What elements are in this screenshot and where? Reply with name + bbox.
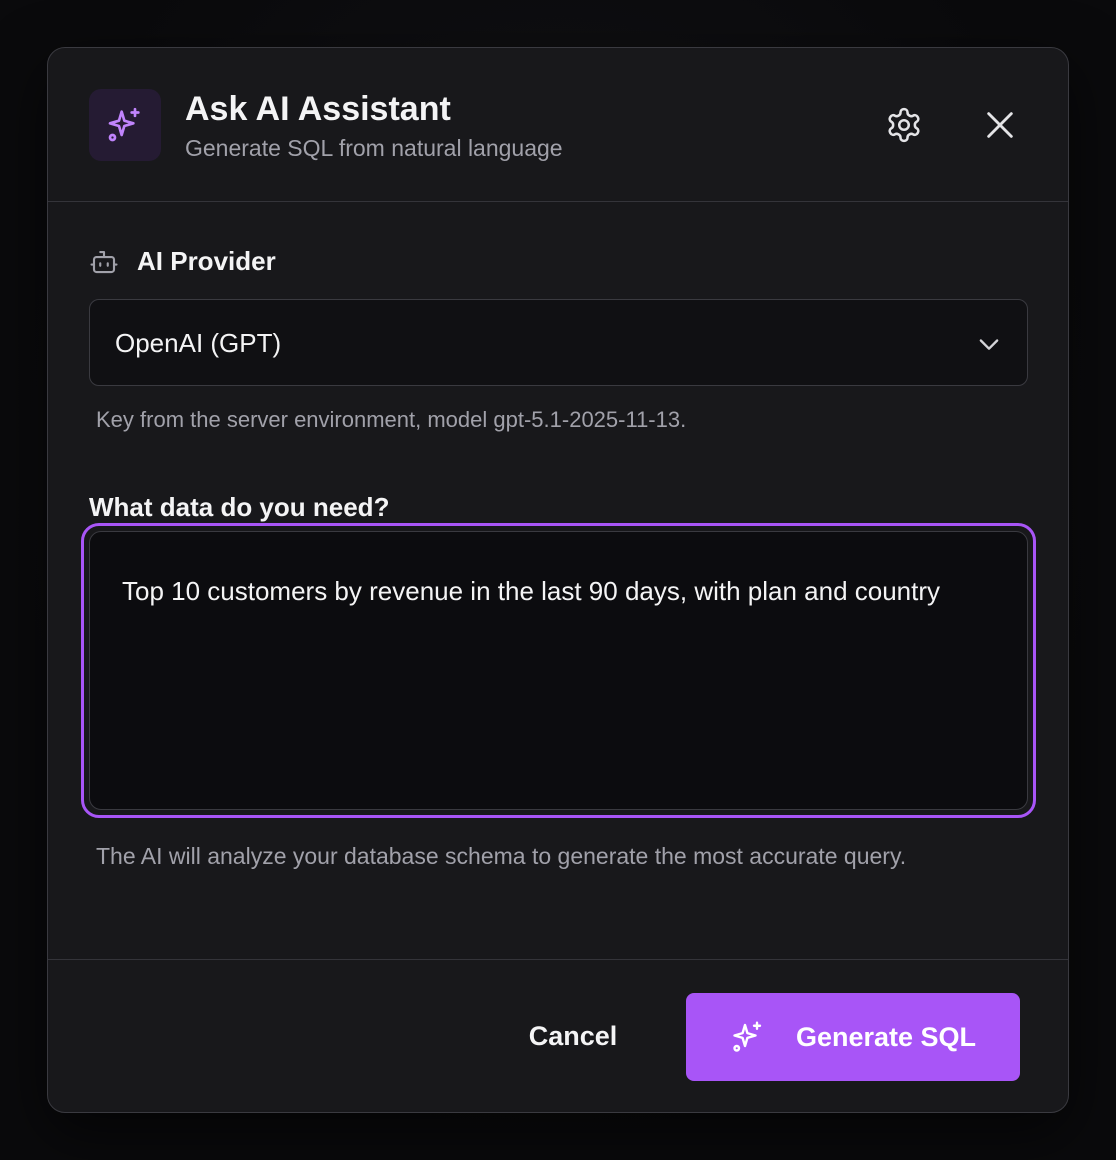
- generate-sql-label: Generate SQL: [795, 1021, 977, 1052]
- query-textarea-focus-ring: Top 10 customers by revenue in the last …: [81, 523, 1036, 818]
- bot-icon: [90, 250, 118, 273]
- sparkles-icon: [108, 107, 140, 142]
- ask-ai-dialog: Ask AI Assistant Generate SQL from natur…: [47, 47, 1069, 1113]
- chevron-down-icon: [979, 339, 999, 350]
- generate-sql-button[interactable]: Generate SQL: [686, 993, 1020, 1081]
- cancel-button[interactable]: Cancel: [508, 994, 638, 1078]
- provider-label: AI Provider: [89, 246, 276, 277]
- header-icon-box: [89, 89, 161, 161]
- sparkles-icon: [733, 1021, 762, 1052]
- provider-selected-value: OpenAI (GPT): [115, 328, 282, 358]
- settings-button[interactable]: [878, 99, 930, 151]
- dialog-footer: Cancel Generate SQL: [48, 959, 1068, 1113]
- dialog-subtitle: Generate SQL from natural language: [185, 135, 563, 161]
- provider-hint: Key from the server environment, model g…: [96, 407, 687, 432]
- query-hint: The AI will analyze your database schema…: [96, 843, 907, 869]
- close-button[interactable]: [974, 99, 1026, 151]
- provider-label-text: AI Provider: [137, 246, 276, 276]
- dialog-header: Ask AI Assistant Generate SQL from natur…: [48, 48, 1068, 202]
- close-icon: [987, 112, 1013, 138]
- query-label: What data do you need?: [89, 492, 390, 522]
- dialog-title: Ask AI Assistant: [185, 90, 451, 128]
- query-textarea[interactable]: Top 10 customers by revenue in the last …: [89, 531, 1028, 810]
- provider-select[interactable]: OpenAI (GPT): [89, 299, 1028, 386]
- gear-icon: [888, 107, 920, 143]
